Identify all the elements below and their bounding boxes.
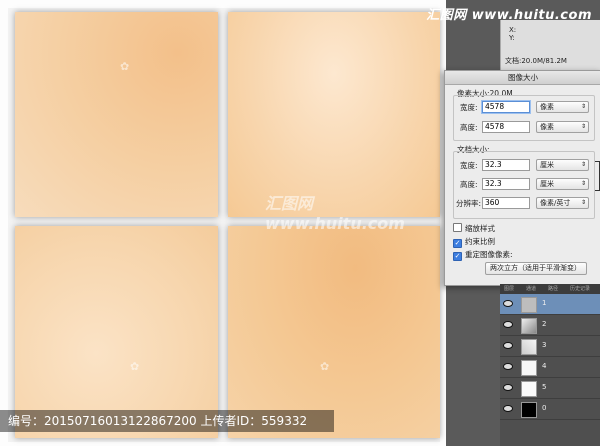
pixel-width-input[interactable]: 4578 [482,101,530,113]
checkbox-checked-icon: ✓ [453,239,462,248]
watermark-logo-center: 汇图网 www.huitu.com [265,194,405,233]
layer-row[interactable]: 1 [500,294,600,315]
layer-row[interactable]: 2 [500,315,600,336]
layer-thumbnail [521,318,537,334]
eye-icon[interactable] [503,321,513,328]
doc-height-unit-select[interactable]: 厘米 ⇕ [536,178,589,190]
watermark-id-bar: 编号：20150716013122867200 上传者ID：559332 [0,410,334,432]
stepper-arrows-icon: ⇕ [580,180,586,187]
doc-height-label: 高度: [460,180,478,189]
texture-tile-bottom-left [15,226,218,438]
cursor-xy-readout: X: Y: [509,26,517,42]
document-size-group: 宽度: 32.3 厘米 ⇕ 高度: 32.3 厘米 ⇕ 分辨率: 360 像素/英寸… [453,151,595,219]
pixel-height-label: 高度: [460,123,478,132]
layer-thumbnail [521,402,537,418]
pixel-width-unit-select[interactable]: 像素 ⇕ [536,101,589,113]
resolution-input[interactable]: 360 [482,197,530,209]
eye-icon[interactable] [503,384,513,391]
tab-paths[interactable]: 路径 [548,285,558,292]
checkbox-icon [453,223,462,232]
texture-tile-top-left [15,12,218,217]
stepper-arrows-icon: ⇕ [580,103,586,110]
resolution-label: 分辨率: [456,199,482,208]
doc-width-unit-select[interactable]: 厘米 ⇕ [536,159,589,171]
layer-thumbnail [521,381,537,397]
pixel-height-unit-select[interactable]: 像素 ⇕ [536,121,589,133]
eye-icon[interactable] [503,405,513,412]
tab-layers[interactable]: 图层 [504,285,514,292]
scale-styles-checkbox[interactable]: 缩放样式 [453,223,495,234]
layers-panel-tabs: 图层 通道 路径 历史记录 [500,284,600,294]
texture-tile-bottom-right [228,226,440,438]
resample-method-select[interactable]: 两次立方（适用于平滑渐变） [485,262,587,275]
stepper-arrows-icon: ⇕ [580,199,586,206]
tab-history[interactable]: 历史记录 [570,285,590,292]
layer-row[interactable]: 3 [500,336,600,357]
watermark-logo-icon: ✿ [120,60,130,73]
watermark-logo-icon: ✿ [320,360,330,373]
layer-row[interactable]: 4 [500,357,600,378]
checkbox-checked-icon: ✓ [453,252,462,261]
pixel-dimensions-group: 宽度: 4578 像素 ⇕ 高度: 4578 像素 ⇕ [453,95,595,141]
stepper-arrows-icon: ⇕ [580,161,586,168]
resample-image-checkbox[interactable]: ✓ 重定图像像素: [453,249,513,261]
stepper-arrows-icon: ⇕ [580,123,586,130]
doc-height-input[interactable]: 32.3 [482,178,530,190]
link-chain-icon [595,161,600,191]
eye-icon[interactable] [503,342,513,349]
constrain-proportions-checkbox[interactable]: ✓ 约束比例 [453,236,495,248]
watermark-logo-icon: ✿ [130,360,140,373]
layers-panel: 图层 通道 路径 历史记录 1 2 3 4 5 0 [500,284,600,446]
layer-thumbnail [521,339,537,355]
layer-thumbnail [521,360,537,376]
layer-row[interactable]: 0 [500,399,600,420]
eye-icon[interactable] [503,300,513,307]
doc-width-input[interactable]: 32.3 [482,159,530,171]
pixel-width-label: 宽度: [460,103,478,112]
document-canvas[interactable]: ✿ 汇图网 www.huitu.com ✿ ✿ [0,0,446,446]
texture-tile-top-right [228,12,440,217]
resolution-unit-select[interactable]: 像素/英寸 ⇕ [536,197,589,209]
pixel-height-input[interactable]: 4578 [482,121,530,133]
tab-channels[interactable]: 通道 [526,285,536,292]
eye-icon[interactable] [503,363,513,370]
dialog-title[interactable]: 图像大小 [445,71,600,85]
doc-width-label: 宽度: [460,161,478,170]
layer-row[interactable]: 5 [500,378,600,399]
layer-thumbnail [521,297,537,313]
image-size-dialog: 图像大小 像素大小:20.0M 宽度: 4578 像素 ⇕ 高度: 4578 像素… [444,70,600,286]
document-size-readout: 文档:20.0M/81.2M [505,57,567,65]
